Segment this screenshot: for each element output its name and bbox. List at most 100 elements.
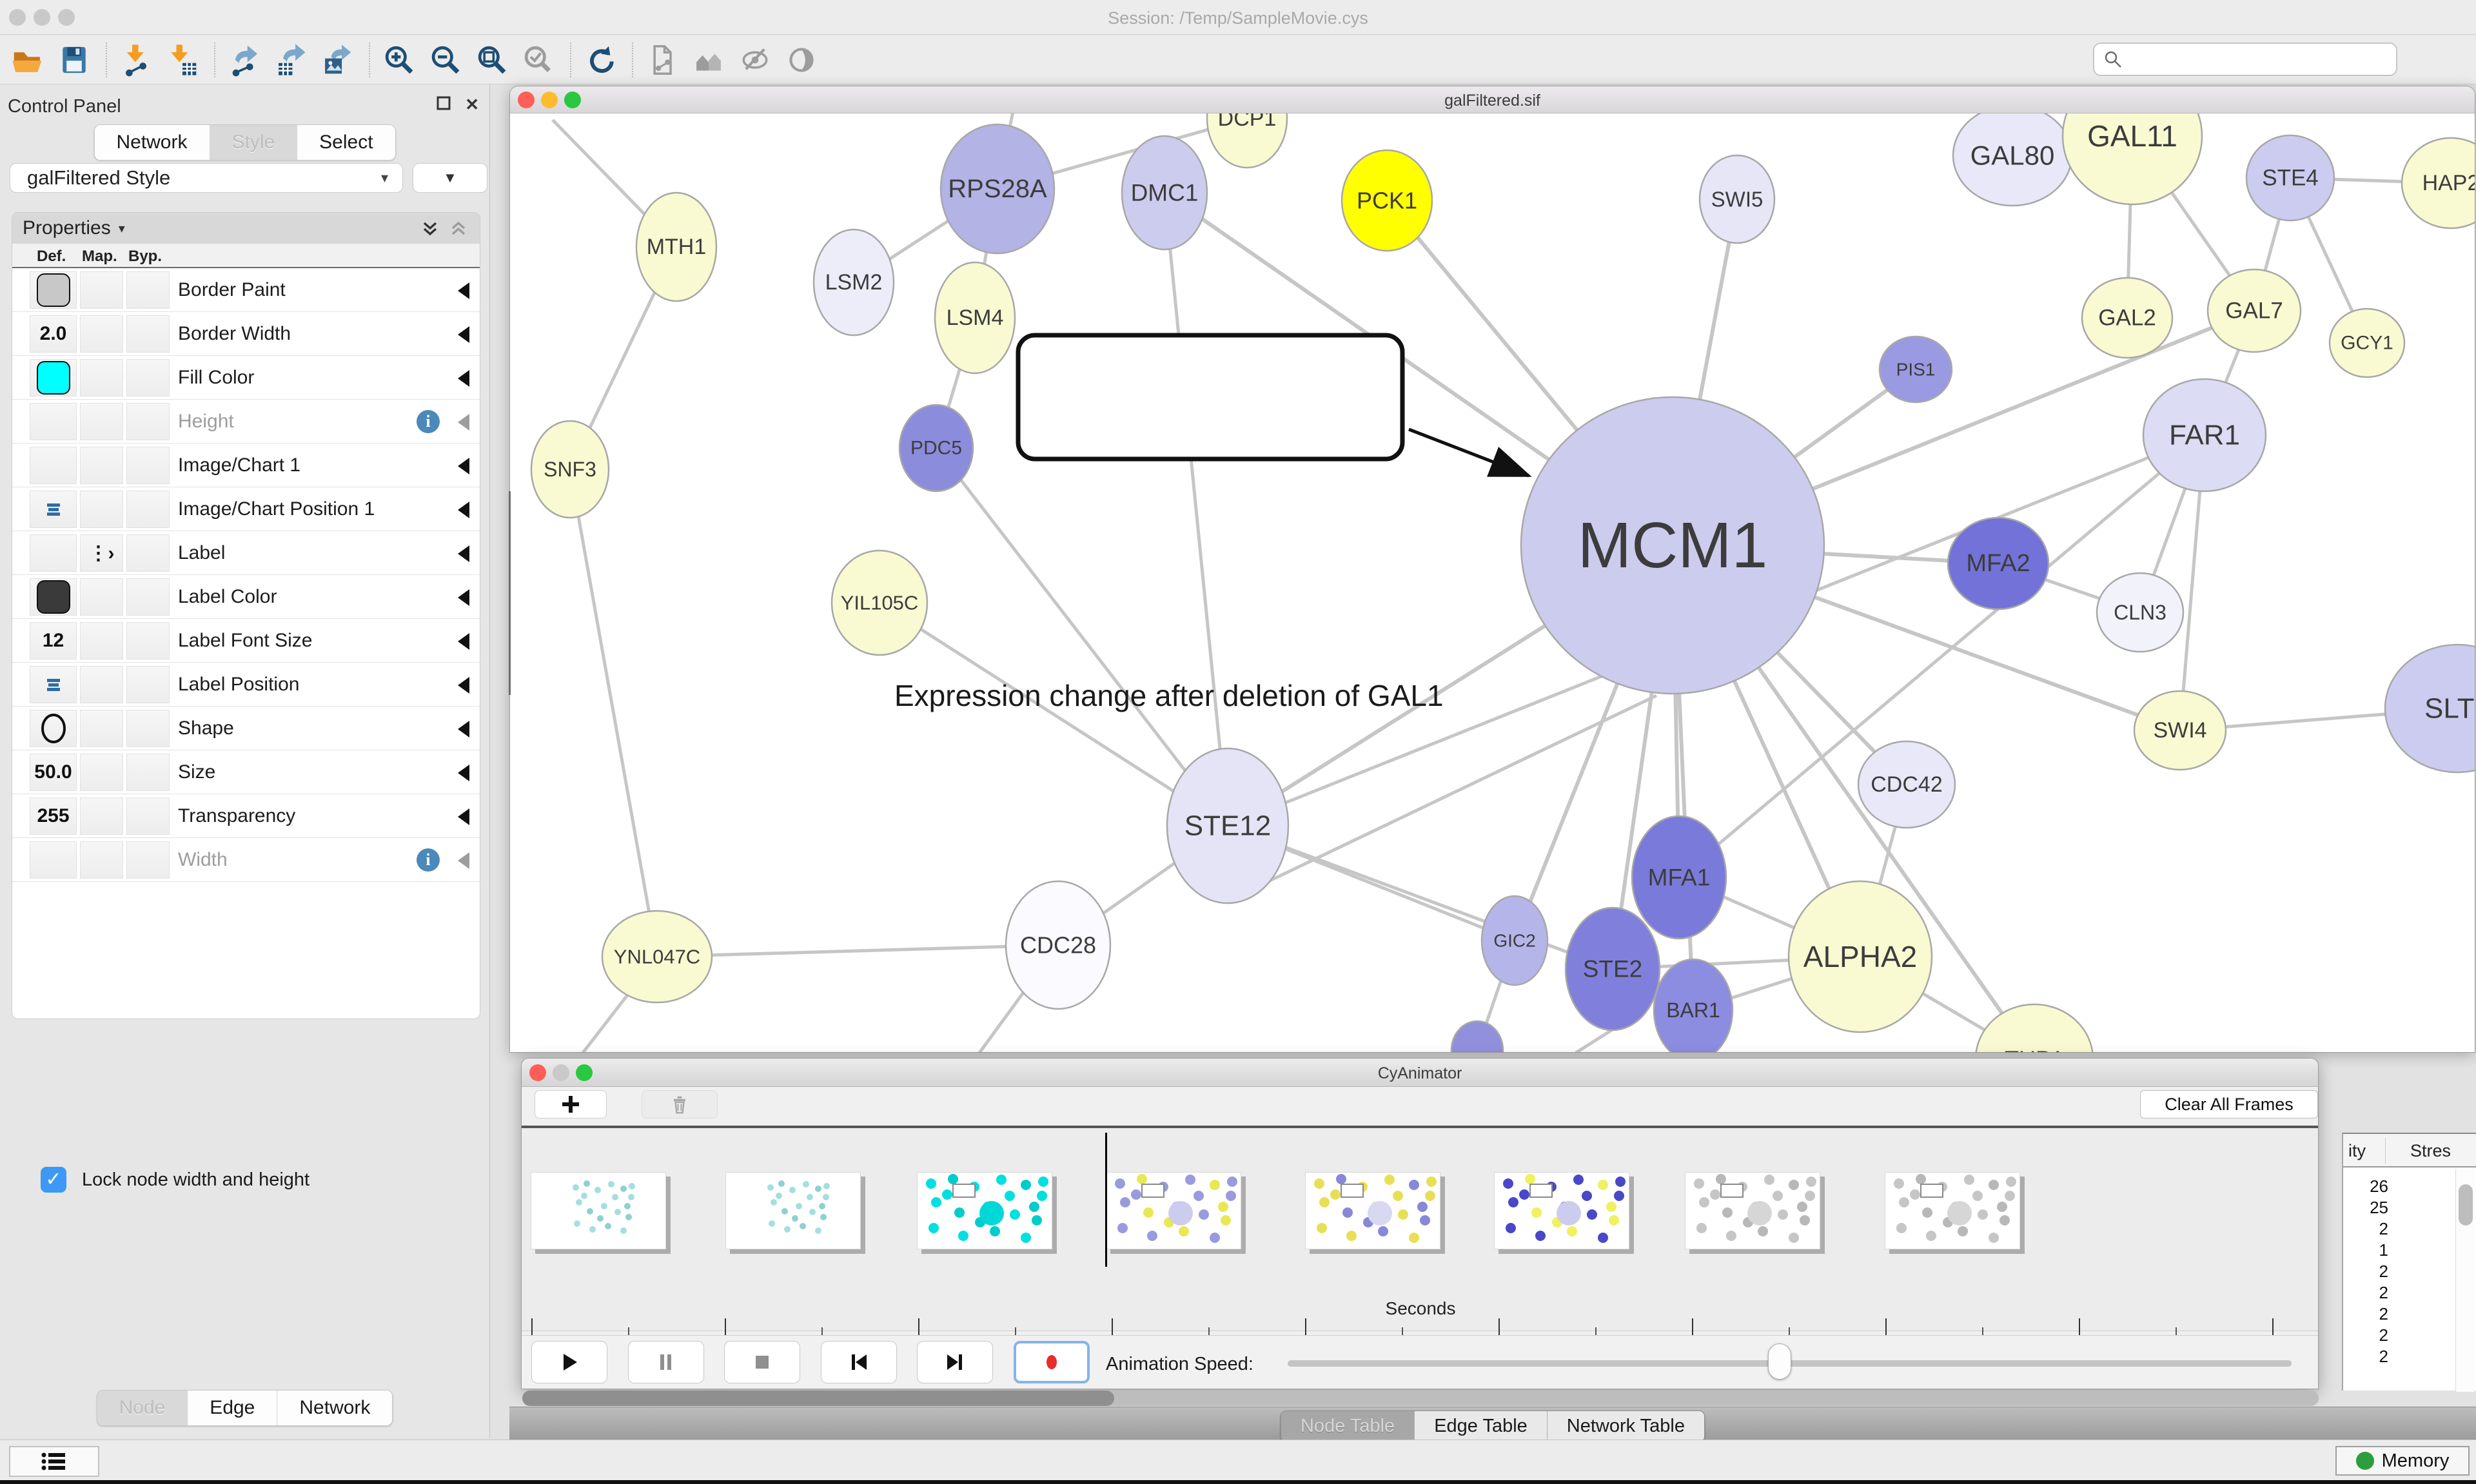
def-cell[interactable]: 12 <box>30 622 77 659</box>
tab-select[interactable]: Select <box>297 125 395 160</box>
zoom-fit-button[interactable] <box>473 41 511 79</box>
def-cell[interactable] <box>30 403 77 440</box>
tab-network-table[interactable]: Network Table <box>1548 1411 1704 1441</box>
document-share-button[interactable] <box>644 41 681 79</box>
map-cell[interactable] <box>80 447 123 484</box>
property-row-image-chart-1[interactable]: Image/Chart 1 <box>12 444 480 487</box>
tab-network[interactable]: Network <box>277 1391 392 1425</box>
expand-arrow-icon[interactable] <box>458 326 469 343</box>
network-titlebar[interactable]: galFiltered.sif <box>510 86 2475 113</box>
table-cell-value[interactable]: 2 <box>2357 1347 2388 1367</box>
def-cell[interactable] <box>30 666 77 703</box>
map-cell[interactable] <box>80 315 123 353</box>
default-value[interactable]: 12 <box>43 630 64 652</box>
timeline-frame-4[interactable] <box>1106 1172 1241 1249</box>
timeline-frame-3[interactable] <box>917 1172 1052 1249</box>
play-button[interactable] <box>531 1341 607 1383</box>
refresh-button[interactable] <box>582 41 619 79</box>
def-cell[interactable] <box>30 447 77 484</box>
annotation-callout[interactable] <box>1018 335 1402 459</box>
tab-node[interactable]: Node <box>97 1391 188 1425</box>
expand-arrow-icon[interactable] <box>458 633 469 650</box>
skip-end-button[interactable] <box>917 1341 993 1383</box>
property-row-image-chart-position-1[interactable]: Image/Chart Position 1 <box>12 487 480 531</box>
map-cell[interactable] <box>80 754 123 791</box>
byp-cell[interactable] <box>126 447 170 484</box>
edge[interactable] <box>657 945 1058 957</box>
network-left-scrollbar[interactable] <box>509 491 511 695</box>
delete-frame-button[interactable] <box>642 1090 718 1118</box>
cyanimator-titlebar[interactable]: CyAnimator <box>522 1059 2318 1087</box>
tab-edge[interactable]: Edge <box>188 1391 277 1425</box>
record-button[interactable] <box>1014 1341 1090 1383</box>
property-row-height[interactable]: Heighti <box>12 400 480 444</box>
expand-arrow-icon[interactable] <box>458 721 469 737</box>
zoom-out-button[interactable] <box>427 41 464 79</box>
def-cell[interactable] <box>30 271 77 309</box>
export-image-button[interactable] <box>319 41 356 79</box>
map-cell[interactable] <box>80 666 123 703</box>
timeline-frame-6[interactable] <box>1494 1172 1629 1249</box>
table-scrollbar[interactable] <box>2455 1169 2475 1392</box>
collapse-all-icon[interactable] <box>449 219 468 239</box>
property-row-border-paint[interactable]: Border Paint <box>12 268 480 312</box>
close-panel-icon[interactable]: ✕ <box>465 95 479 115</box>
edge[interactable] <box>936 448 1228 826</box>
byp-cell[interactable] <box>126 841 170 879</box>
byp-cell[interactable] <box>126 754 170 791</box>
expand-arrow-icon[interactable] <box>458 589 469 606</box>
byp-cell[interactable] <box>126 622 170 659</box>
timeline-frame-1[interactable] <box>531 1172 666 1249</box>
map-cell[interactable]: ⋮› <box>80 534 123 572</box>
add-frame-button[interactable] <box>535 1090 607 1118</box>
tab-style[interactable]: Style <box>210 125 297 160</box>
map-cell[interactable] <box>80 271 123 309</box>
table-cell-value[interactable]: 2 <box>2357 1325 2388 1345</box>
style-options-button[interactable]: ▼ <box>413 163 487 193</box>
edge[interactable] <box>1164 193 1228 826</box>
tab-edge-table[interactable]: Edge Table <box>1415 1411 1548 1441</box>
horizontal-scrollbar[interactable] <box>522 1391 2319 1406</box>
def-cell[interactable] <box>30 578 77 616</box>
properties-header[interactable]: Properties ▾ <box>12 213 480 244</box>
show-panels-button[interactable] <box>9 1446 99 1477</box>
info-icon[interactable]: i <box>417 848 440 872</box>
map-cell[interactable] <box>80 578 123 616</box>
homes-button[interactable] <box>690 41 727 79</box>
byp-cell[interactable] <box>126 271 170 309</box>
def-cell[interactable]: 255 <box>30 797 77 835</box>
open-folder-button[interactable] <box>9 41 46 79</box>
def-cell[interactable] <box>30 534 77 572</box>
default-swatch[interactable] <box>37 361 70 395</box>
byp-cell[interactable] <box>126 491 170 528</box>
position-icon[interactable] <box>43 498 64 520</box>
edge[interactable] <box>570 469 657 957</box>
def-cell[interactable]: 2.0 <box>30 315 77 353</box>
map-cell[interactable] <box>80 797 123 835</box>
def-cell[interactable]: 50.0 <box>30 754 77 791</box>
map-cell[interactable] <box>80 841 123 879</box>
edge[interactable] <box>1576 1030 1613 1052</box>
expand-arrow-icon[interactable] <box>458 458 469 474</box>
property-row-shape[interactable]: Shape <box>12 707 480 750</box>
table-cell-value[interactable]: 26 <box>2357 1176 2388 1196</box>
expand-arrow-icon[interactable] <box>458 852 469 869</box>
mapping-icon[interactable]: ⋮› <box>89 542 115 565</box>
timeline-frame-8[interactable] <box>1885 1172 2020 1249</box>
eye-hidden-button[interactable] <box>736 41 774 79</box>
timeline-frame-2[interactable] <box>725 1172 861 1249</box>
ellipse-shape-icon[interactable] <box>39 712 68 745</box>
property-row-fill-color[interactable]: Fill Color <box>12 356 480 400</box>
tab-network[interactable]: Network <box>94 125 210 160</box>
export-network-button[interactable] <box>226 41 263 79</box>
byp-cell[interactable] <box>126 666 170 703</box>
def-cell[interactable] <box>30 841 77 879</box>
animation-speed-thumb[interactable] <box>1768 1343 1791 1380</box>
table-cell-value[interactable]: 2 <box>2357 1262 2388 1282</box>
property-row-label[interactable]: ⋮›Label <box>12 531 480 575</box>
property-row-label-font-size[interactable]: 12Label Font Size <box>12 619 480 663</box>
memory-button[interactable]: Memory <box>2335 1446 2470 1476</box>
expand-arrow-icon[interactable] <box>458 370 469 387</box>
table-scrollbar-thumb[interactable] <box>2459 1184 2473 1225</box>
default-value[interactable]: 50.0 <box>34 761 72 783</box>
